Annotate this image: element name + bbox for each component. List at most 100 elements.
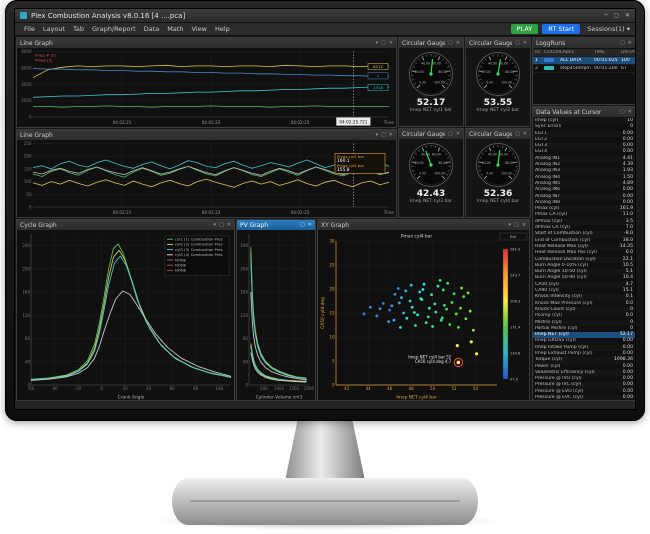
window-titlebar: Plex Combustion Analysis v8.0.16 [4 ....… xyxy=(15,9,635,23)
menu-item-help[interactable]: Help xyxy=(211,25,234,33)
cycle-graph-plot[interactable]: 04080120160200240-60-40-20020406080100Cr… xyxy=(17,231,234,400)
panel-maximize-icon[interactable]: ▢ xyxy=(381,41,386,46)
maximize-icon[interactable]: ◻ xyxy=(614,12,619,19)
menu-item-layout[interactable]: Layout xyxy=(39,25,69,33)
panel-close-icon[interactable]: ✕ xyxy=(456,132,460,137)
svg-text:0: 0 xyxy=(29,205,32,210)
xy-graph-panel: XY Graph ▾ ▢ ✕ 0510152025304244464850525… xyxy=(317,219,530,401)
menu-item-view[interactable]: View xyxy=(188,25,211,33)
svg-text:0.00: 0.00 xyxy=(419,171,426,175)
panel-close-icon[interactable]: ✕ xyxy=(628,110,632,115)
menu-item-tab[interactable]: Tab xyxy=(69,25,88,33)
svg-text:15: 15 xyxy=(329,311,335,316)
svg-text:200: 200 xyxy=(22,266,30,271)
panel-maximize-icon[interactable]: ▢ xyxy=(448,41,453,46)
logg-row[interactable]: 2step4500rpm00:01:20067 xyxy=(533,65,635,73)
logg-row[interactable]: 1ALL DATA00:01:025100 xyxy=(533,57,635,65)
panel-titlebar[interactable]: PV Graph ▢ ✕ xyxy=(237,220,315,231)
pv-graph-panel: PV Graph ▢ ✕ 040801201602002405001000150… xyxy=(236,219,316,401)
panel-options-icon[interactable]: ▾ xyxy=(509,223,512,228)
svg-text:30: 30 xyxy=(329,239,335,244)
body-line2-svg: 25020015010050004:02:2104:02:2304:02:25T… xyxy=(17,141,396,217)
gauge-body: 0.0020.0040.0060.0080.00100.0053.55Imep … xyxy=(466,49,530,126)
panel-title: Cycle Graph xyxy=(20,222,211,229)
panel-close-icon[interactable]: ✕ xyxy=(523,41,527,46)
svg-text:20.00: 20.00 xyxy=(415,70,424,74)
svg-text:-60: -60 xyxy=(28,386,35,391)
svg-text:60: 60 xyxy=(170,386,176,391)
panel-titlebar[interactable]: Line Graph ▾ ▢ ✕ xyxy=(17,130,396,141)
svg-text:200: 200 xyxy=(240,266,248,271)
xy-graph-plot[interactable]: 05101520253042444648505254Pmax cyl4 barI… xyxy=(318,231,529,400)
menu-item-math[interactable]: Math xyxy=(163,25,187,33)
svg-text:500: 500 xyxy=(260,386,268,391)
svg-text:80.00: 80.00 xyxy=(438,70,447,74)
panel-maximize-icon[interactable]: ▢ xyxy=(515,132,520,137)
svg-text:60.00: 60.00 xyxy=(432,61,441,65)
panel-titlebar[interactable]: Line Graph ▾ ▢ ✕ xyxy=(17,38,396,49)
body-xy-svg: 05101520253042444648505254Pmax cyl4 barI… xyxy=(318,231,529,400)
logg-header: IDCOLORLABELTIMEDISTANCE xyxy=(533,49,635,57)
sessions-dropdown[interactable]: Sessions(1) ▾ xyxy=(587,25,630,33)
logg-color-cell xyxy=(544,58,560,64)
play-button[interactable]: PLAY xyxy=(511,24,539,34)
panel-maximize-icon[interactable]: ▢ xyxy=(620,110,625,115)
panel-maximize-icon[interactable]: ▢ xyxy=(620,41,625,46)
rt-start-button[interactable]: RT Start xyxy=(542,24,580,34)
svg-text:155.8: 155.8 xyxy=(337,167,350,173)
svg-text:40.00: 40.00 xyxy=(421,61,430,65)
panel-title: Data Values at Cursor xyxy=(536,109,617,116)
svg-text:04:02:21: 04:02:21 xyxy=(113,210,132,215)
logg-col-color: COLOR xyxy=(544,50,560,55)
chevron-down-icon: ▾ xyxy=(627,25,630,33)
panel-maximize-icon[interactable]: ▢ xyxy=(381,133,386,138)
gauge-panel-cyl4: Circular Gauge▢✕0.0020.0040.0060.0080.00… xyxy=(465,128,531,218)
panel-close-icon[interactable]: ✕ xyxy=(523,132,527,137)
panel-titlebar[interactable]: Circular Gauge▢✕ xyxy=(466,129,530,140)
panel-titlebar[interactable]: Data Values at Cursor ▢ ✕ xyxy=(533,107,635,118)
panel-close-icon[interactable]: ✕ xyxy=(389,133,393,138)
line-graph-2-plot[interactable]: 25020015010050004:02:2104:02:2304:02:25T… xyxy=(17,141,396,217)
panel-close-icon[interactable]: ✕ xyxy=(389,41,393,46)
panel-maximize-icon[interactable]: ▢ xyxy=(219,223,224,228)
svg-text:42: 42 xyxy=(344,386,350,391)
scene: Plex Combustion Analysis v8.0.16 [4 ....… xyxy=(0,0,650,534)
panel-titlebar[interactable]: LoggRuns ▢ ✕ xyxy=(533,38,635,49)
panel-close-icon[interactable]: ✕ xyxy=(456,41,460,46)
svg-text:40.00: 40.00 xyxy=(421,152,430,156)
panel-close-icon[interactable]: ✕ xyxy=(227,223,231,228)
logg-cell: 2 xyxy=(535,66,544,71)
menu-item-graphreport[interactable]: Graph/Report xyxy=(88,25,140,33)
svg-text:Time: Time xyxy=(383,210,395,215)
panel-maximize-icon[interactable]: ▢ xyxy=(448,132,453,137)
svg-text:04:02:21: 04:02:21 xyxy=(113,120,132,125)
panel-options-icon[interactable]: ▾ xyxy=(376,41,379,46)
minimize-icon[interactable]: ─ xyxy=(604,12,608,19)
svg-text:206.3: 206.3 xyxy=(510,300,520,304)
gauge-panel-cyl1: Circular Gauge▢✕0.0020.0040.0060.0080.00… xyxy=(398,37,464,127)
close-icon[interactable]: ✕ xyxy=(625,12,630,19)
line-graph-1-plot[interactable]: 8000600040002000004:02:2104:02:2304:02:2… xyxy=(17,49,396,127)
logg-cell: 00:01:025 xyxy=(594,58,621,63)
panel-titlebar[interactable]: XY Graph ▾ ▢ ✕ xyxy=(318,220,529,231)
panel-maximize-icon[interactable]: ▢ xyxy=(515,41,520,46)
panel-maximize-icon[interactable]: ▢ xyxy=(300,223,305,228)
panel-titlebar[interactable]: Circular Gauge▢✕ xyxy=(399,129,463,140)
logg-cell: 00:01:200 xyxy=(594,66,621,71)
panel-close-icon[interactable]: ✕ xyxy=(522,223,526,228)
panel-titlebar[interactable]: Circular Gauge▢✕ xyxy=(466,38,530,49)
pv-graph-plot[interactable]: 04080120160200240500100015002000Cylinder… xyxy=(237,231,315,400)
svg-text:97.9: 97.9 xyxy=(510,378,519,382)
menu-item-file[interactable]: File xyxy=(20,25,39,33)
panel-titlebar[interactable]: Cycle Graph ▾ ▢ ✕ xyxy=(17,220,234,231)
line-graph-1-panel: Line Graph ▾ ▢ ✕ 8000600040002000004:02:… xyxy=(16,37,397,128)
svg-text:40.00: 40.00 xyxy=(488,61,497,65)
panel-options-icon[interactable]: ▾ xyxy=(376,133,379,138)
menu-item-data[interactable]: Data xyxy=(140,25,164,33)
panel-close-icon[interactable]: ✕ xyxy=(308,223,312,228)
panel-maximize-icon[interactable]: ▢ xyxy=(514,223,519,228)
panel-titlebar[interactable]: Circular Gauge▢✕ xyxy=(399,38,463,49)
panel-close-icon[interactable]: ✕ xyxy=(628,41,632,46)
monitor-stand-neck xyxy=(285,419,365,481)
panel-options-icon[interactable]: ▾ xyxy=(214,223,217,228)
